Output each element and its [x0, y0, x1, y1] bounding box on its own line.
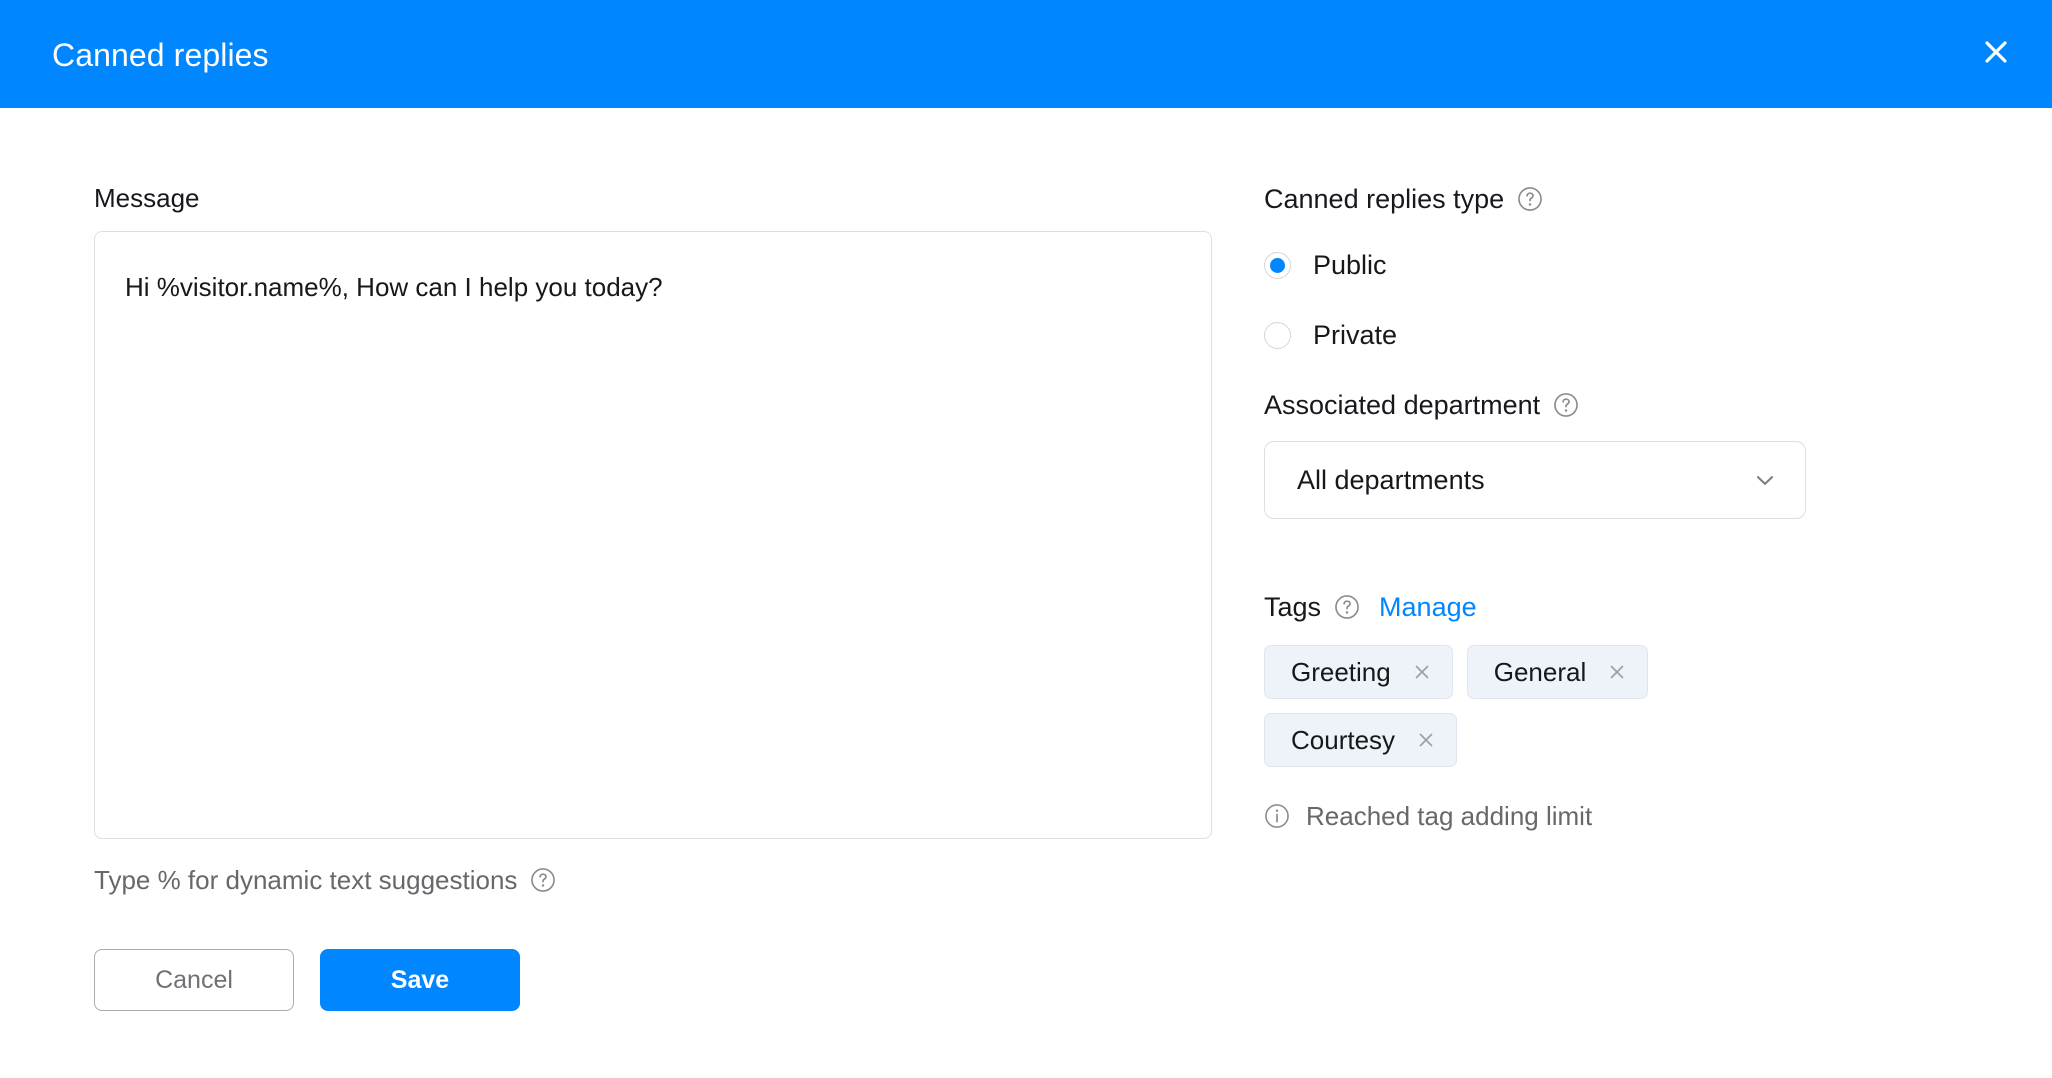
- radio-indicator-private: [1264, 322, 1291, 349]
- info-circle-icon: [1264, 803, 1290, 829]
- radio-indicator-public: [1264, 252, 1291, 279]
- message-panel: Message Type % for dynamic text suggesti…: [94, 183, 1214, 1011]
- remove-tag-button[interactable]: [1411, 661, 1433, 683]
- canned-replies-type-header: Canned replies type: [1264, 183, 1884, 215]
- help-circle-icon[interactable]: [1517, 186, 1543, 212]
- department-select-value: All departments: [1297, 464, 1751, 496]
- radio-label-public: Public: [1313, 249, 1387, 281]
- help-circle-icon[interactable]: [1334, 594, 1360, 620]
- page-title: Canned replies: [52, 36, 269, 74]
- tags-label: Tags: [1264, 591, 1321, 623]
- tag-chip[interactable]: General: [1467, 645, 1649, 699]
- cancel-button[interactable]: Cancel: [94, 949, 294, 1011]
- modal-header: Canned replies: [0, 0, 2052, 108]
- modal-body: Message Type % for dynamic text suggesti…: [0, 108, 2052, 1078]
- tag-chip-label: General: [1494, 657, 1587, 687]
- tag-chip[interactable]: Courtesy: [1264, 713, 1457, 767]
- close-dialog-button[interactable]: [1966, 22, 2026, 82]
- remove-tag-button[interactable]: [1415, 729, 1437, 751]
- canned-replies-type-radio-group: Public Private: [1264, 249, 1884, 351]
- remove-tag-button[interactable]: [1606, 661, 1628, 683]
- close-icon: [1416, 730, 1436, 750]
- message-label: Message: [94, 183, 1214, 213]
- canned-replies-type-label: Canned replies type: [1264, 183, 1504, 215]
- tags-header: Tags Manage: [1264, 591, 1884, 623]
- tag-chip[interactable]: Greeting: [1264, 645, 1453, 699]
- radio-option-public[interactable]: Public: [1264, 249, 1524, 281]
- radio-option-private[interactable]: Private: [1264, 319, 1524, 351]
- associated-department-block: Associated department All departments: [1264, 389, 1884, 519]
- tag-chip-label: Courtesy: [1291, 725, 1395, 755]
- message-input[interactable]: [94, 231, 1212, 839]
- close-icon: [1412, 662, 1432, 682]
- associated-department-label: Associated department: [1264, 389, 1540, 421]
- tag-chip-label: Greeting: [1291, 657, 1391, 687]
- tag-chip-list: Greeting General: [1264, 645, 1824, 767]
- radio-label-private: Private: [1313, 319, 1397, 351]
- help-circle-icon[interactable]: [530, 867, 556, 893]
- associated-department-header: Associated department: [1264, 389, 1884, 421]
- tags-block: Tags Manage Greeting: [1264, 591, 1884, 831]
- save-button[interactable]: Save: [320, 949, 520, 1011]
- tag-limit-notice: Reached tag adding limit: [1264, 801, 1884, 831]
- dialog-actions: Cancel Save: [94, 949, 1214, 1011]
- settings-panel: Canned replies type Public Private Assoc…: [1264, 183, 1884, 831]
- close-icon: [1607, 662, 1627, 682]
- dynamic-text-hint: Type % for dynamic text suggestions: [94, 865, 1214, 895]
- dynamic-text-hint-label: Type % for dynamic text suggestions: [94, 865, 517, 895]
- department-select[interactable]: All departments: [1264, 441, 1806, 519]
- chevron-down-icon: [1751, 466, 1779, 494]
- tag-limit-label: Reached tag adding limit: [1306, 801, 1592, 831]
- manage-tags-link[interactable]: Manage: [1379, 591, 1477, 623]
- close-icon: [1981, 37, 2011, 67]
- help-circle-icon[interactable]: [1553, 392, 1579, 418]
